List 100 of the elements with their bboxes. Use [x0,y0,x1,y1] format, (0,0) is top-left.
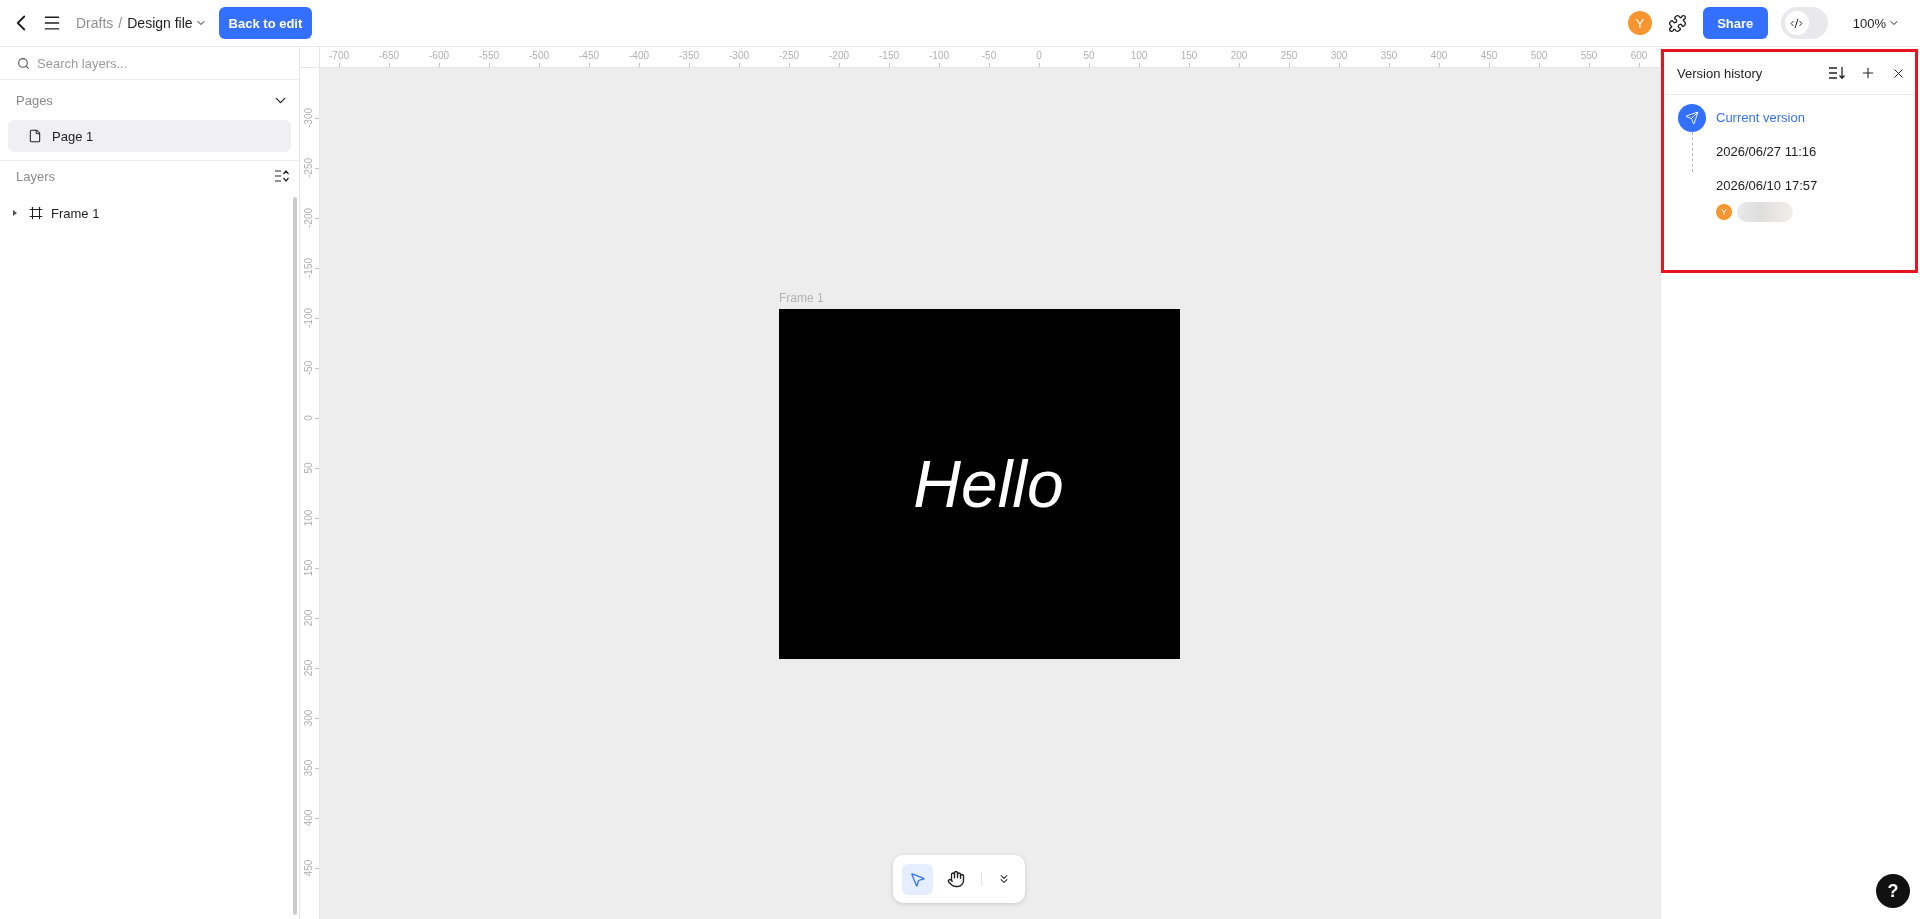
ruler-tick [1439,63,1440,67]
ruler-label: 400 [303,809,315,827]
ruler-tick [389,63,390,67]
search-icon [17,56,30,70]
paper-plane-icon [1678,104,1706,132]
ruler-label: 600 [1630,50,1648,62]
ruler-label: -350 [679,50,699,62]
ruler-tick [315,218,319,219]
ruler-tick [315,368,319,369]
ruler-label: -200 [829,50,849,62]
ruler-label: -550 [479,50,499,62]
share-button[interactable]: Share [1702,7,1768,39]
ruler-label: -300 [729,50,749,62]
ruler-tick [315,618,319,619]
ruler-label: -100 [303,308,315,328]
ruler-label: -200 [303,208,315,228]
code-mode-toggle[interactable] [1780,7,1828,39]
sort-icon[interactable] [1829,67,1845,79]
ruler-label: -300 [303,108,315,128]
ruler-label: -250 [779,50,799,62]
ruler-label: -100 [929,50,949,62]
ruler-tick [839,63,840,67]
ruler-tick [489,63,490,67]
ruler-label: 350 [1380,50,1398,62]
ruler-label: 200 [303,609,315,627]
ruler-tick [315,318,319,319]
ruler-tick [1189,63,1190,67]
ruler-label: -150 [303,258,315,278]
ruler-label: 400 [1430,50,1448,62]
ruler-tick [315,268,319,269]
ruler-tick [315,818,319,819]
version-entry[interactable]: 2026/06/27 11:16 [1716,144,1902,160]
ruler-tick [1039,63,1040,67]
ruler-tick [1489,63,1490,67]
select-tool-button[interactable] [902,863,933,895]
ruler-label: 250 [303,659,315,677]
puzzle-icon[interactable] [1667,13,1687,33]
ruler-tick [689,63,690,67]
ruler-label: 500 [1530,50,1548,62]
frame-icon [29,206,43,220]
ruler-label: -500 [529,50,549,62]
ruler-tick [315,568,319,569]
ruler-label: 0 [1036,50,1042,62]
ruler-label: 450 [303,859,315,877]
pointer-icon [909,870,926,888]
ruler-label: 300 [1330,50,1348,62]
ruler-tick [315,718,319,719]
layer-item[interactable]: Frame 1 [51,205,100,221]
ruler-tick [1389,63,1390,67]
ruler-tick [889,63,890,67]
ruler-tick [315,768,319,769]
ruler-label: 50 [1083,50,1095,62]
code-icon [1790,16,1804,30]
search-field[interactable]: Search layers... [37,53,289,73]
page-item[interactable]: Page 1 [8,120,291,152]
ruler-tick [939,63,940,67]
section-title: Pages [16,92,53,108]
ruler-tick [739,63,740,67]
ruler-tick [1539,63,1540,67]
frame-text: Hello [913,446,1064,522]
ruler-tick [1089,63,1090,67]
breadcrumb-separator: / [118,15,123,31]
ruler-label: 300 [303,709,315,727]
ruler-tick [539,63,540,67]
back-to-edit-button[interactable]: Back to edit [218,7,313,39]
version-entry[interactable]: 2026/06/10 17:57 [1716,178,1902,194]
ruler-tick [315,118,319,119]
section-title: Layers [16,168,56,184]
ruler-label: 100 [1130,50,1148,62]
expand-caret-icon[interactable] [12,210,18,216]
panel-title: Version history [1677,65,1763,81]
ruler-label: 450 [1480,50,1498,62]
version-entry[interactable]: Current version [1716,110,1902,126]
ruler-tick [1139,63,1140,67]
add-icon[interactable] [1860,65,1876,81]
ruler-label: -250 [303,158,315,178]
hand-icon [946,870,965,888]
menu-icon[interactable] [42,13,62,33]
timeline-connector [1691,132,1693,172]
ruler-label: 150 [303,559,315,577]
ruler-tick [315,868,319,869]
ruler-label: 100 [303,509,315,527]
author-avatar: Y [1716,204,1732,220]
ruler-label: 50 [303,462,315,474]
file-name-button[interactable]: Design file [127,15,207,31]
zoom-dropdown[interactable]: 100% [1852,15,1900,31]
ruler-tick [1239,63,1240,67]
scrollbar[interactable] [293,197,297,915]
ruler-label: 250 [1280,50,1298,62]
ruler-label: -650 [379,50,399,62]
collapse-layers-icon[interactable] [275,170,289,182]
ruler-label: 150 [1180,50,1198,62]
ruler-tick [989,63,990,67]
ruler-tick [789,63,790,67]
ruler-tick [1289,63,1290,67]
ruler-label: 200 [1230,50,1248,62]
frame[interactable]: Hello [779,309,1180,659]
ruler-label: -700 [329,50,349,62]
ruler-tick [315,668,319,669]
ruler-tick [315,418,319,419]
